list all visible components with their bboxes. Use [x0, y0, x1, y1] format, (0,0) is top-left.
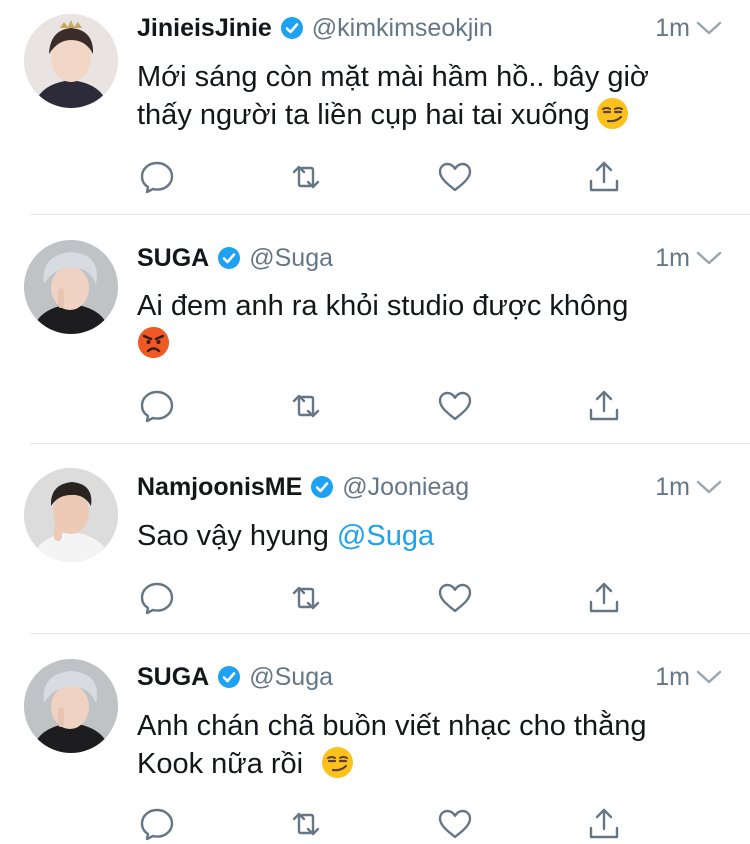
share-icon[interactable] [584, 386, 624, 426]
handle[interactable]: @Suga [249, 663, 333, 692]
chevron-down-icon[interactable] [696, 660, 722, 694]
smirking-face-emoji [596, 97, 629, 130]
retweet-icon[interactable] [286, 804, 326, 844]
tweet-header: SUGA @Suga [137, 660, 333, 694]
tweet-text-line: Ai đem anh ra khỏi studio được không [137, 290, 629, 322]
reply-icon[interactable] [137, 578, 177, 618]
tweet[interactable]: SUGA @Suga 1m Anh chán chã buồn viết nhạ… [0, 634, 750, 841]
share-icon[interactable] [584, 804, 624, 844]
timestamp[interactable]: 1m [655, 241, 690, 275]
tweet-header: NamjoonisME @Joonieag [137, 470, 469, 504]
tweet-text-line-content: Kook nữa rồi [137, 748, 304, 780]
display-name[interactable]: JinieisJinie [137, 14, 272, 43]
reply-icon[interactable] [137, 804, 177, 844]
avatar[interactable] [24, 659, 118, 753]
mention-link[interactable]: @Suga [337, 520, 434, 552]
reply-icon[interactable] [137, 157, 177, 197]
handle[interactable]: @Suga [249, 244, 333, 273]
share-icon[interactable] [584, 157, 624, 197]
handle[interactable]: @kimkimseokjin [312, 14, 493, 43]
avatar[interactable] [24, 468, 118, 562]
handle[interactable]: @Joonieag [342, 473, 469, 502]
tweet-actions [137, 386, 637, 426]
tweet-actions [137, 157, 637, 197]
chevron-down-icon[interactable] [696, 11, 722, 45]
chevron-down-icon[interactable] [696, 470, 722, 504]
display-name[interactable]: SUGA [137, 244, 209, 273]
verified-badge-icon [280, 16, 304, 40]
tweet-text-line-content: thấy người ta liền cụp hai tai xuống [137, 99, 590, 131]
verified-badge-icon [310, 475, 334, 499]
retweet-icon[interactable] [286, 386, 326, 426]
angry-face-emoji [137, 326, 170, 359]
heart-icon[interactable] [435, 804, 475, 844]
reply-icon[interactable] [137, 386, 177, 426]
tweet-text-content: Sao vậy hyung [137, 520, 329, 552]
tweet[interactable]: NamjoonisME @Joonieag 1m Sao vậy hyung @… [0, 444, 750, 634]
display-name[interactable]: SUGA [137, 663, 209, 692]
avatar[interactable] [24, 14, 118, 108]
tweet-text-line: Kook nữa rồi [137, 745, 727, 783]
retweet-icon[interactable] [286, 157, 326, 197]
tweet-text: Mới sáng còn mặt mài hầm hồ.. bây giờ th… [137, 58, 727, 134]
timestamp[interactable]: 1m [655, 470, 690, 504]
verified-badge-icon [217, 246, 241, 270]
tweet-text: Sao vậy hyung @Suga [137, 517, 727, 555]
tweet-text-line: Mới sáng còn mặt mài hầm hồ.. bây giờ [137, 61, 649, 93]
tweet-text-line: thấy người ta liền cụp hai tai xuống [137, 96, 727, 134]
tweet-actions [137, 578, 637, 618]
chevron-down-icon[interactable] [696, 241, 722, 275]
retweet-icon[interactable] [286, 578, 326, 618]
tweet-text-line [137, 325, 727, 363]
heart-icon[interactable] [435, 578, 475, 618]
tweet-header: SUGA @Suga [137, 241, 333, 275]
timestamp[interactable]: 1m [655, 11, 690, 45]
tweet[interactable]: JinieisJinie @kimkimseokjin 1m Mới sáng … [0, 0, 750, 215]
smirking-face-emoji [321, 746, 354, 779]
avatar[interactable] [24, 240, 118, 334]
tweet-text: Ai đem anh ra khỏi studio được không [137, 287, 727, 363]
tweet-actions [137, 804, 637, 844]
display-name[interactable]: NamjoonisME [137, 473, 302, 502]
timestamp[interactable]: 1m [655, 660, 690, 694]
verified-badge-icon [217, 665, 241, 689]
share-icon[interactable] [584, 578, 624, 618]
tweet-text-line: Anh chán chã buồn viết nhạc cho thằng [137, 710, 647, 742]
tweet[interactable]: SUGA @Suga 1m Ai đem anh ra khỏi studio … [0, 215, 750, 444]
heart-icon[interactable] [435, 386, 475, 426]
tweet-text: Anh chán chã buồn viết nhạc cho thằng Ko… [137, 707, 727, 783]
tweet-header: JinieisJinie @kimkimseokjin [137, 11, 493, 45]
heart-icon[interactable] [435, 157, 475, 197]
